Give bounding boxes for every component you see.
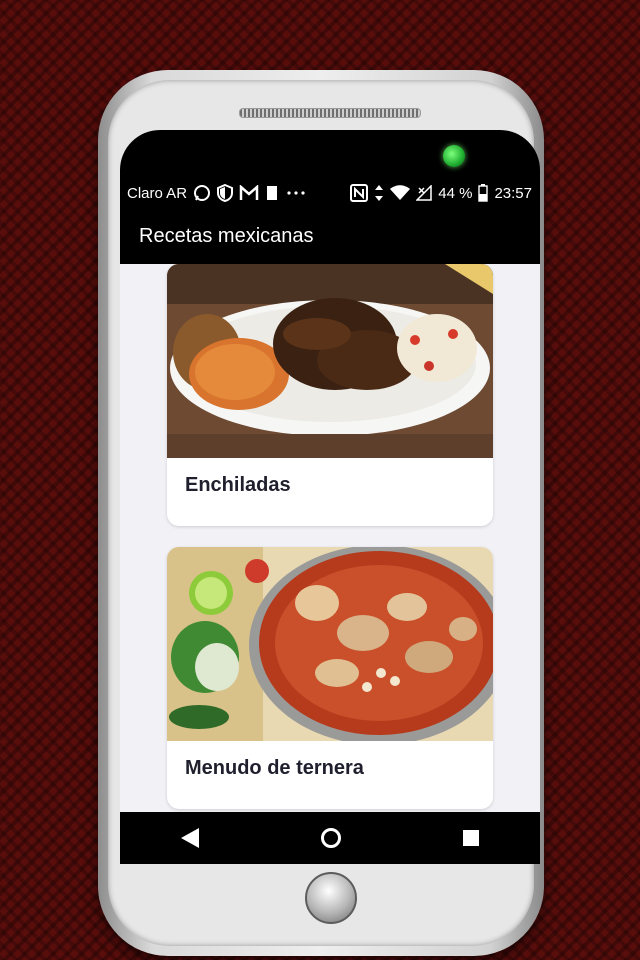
back-icon[interactable]	[181, 828, 199, 848]
more-dots-icon	[285, 190, 307, 196]
status-bar: Claro AR 44 % 23:57	[120, 178, 540, 208]
app-bar: Recetas mexicanas	[120, 208, 540, 264]
recipe-card-enchiladas[interactable]: Enchiladas	[167, 264, 493, 526]
page-title: Recetas mexicanas	[139, 224, 314, 247]
home-icon[interactable]	[321, 828, 341, 848]
phone-body: Claro AR 44 % 23:57 Recetas mexicanas En…	[108, 80, 540, 946]
data-arrows-icon	[374, 184, 384, 202]
battery-icon	[478, 184, 489, 202]
phone-screen: Claro AR 44 % 23:57 Recetas mexicanas En…	[120, 178, 540, 864]
speaker-grille	[239, 108, 421, 118]
carrier-label: Claro AR	[127, 184, 188, 202]
no-signal-icon	[416, 185, 432, 201]
phone-frame: Claro AR 44 % 23:57 Recetas mexicanas En…	[98, 70, 544, 956]
recipe-title: Enchiladas	[185, 474, 291, 496]
wifi-icon	[390, 185, 411, 201]
camera-led	[443, 145, 465, 167]
enchiladas-photo	[167, 264, 493, 458]
whatsapp-icon	[193, 184, 211, 202]
menudo-photo	[167, 547, 493, 741]
recipe-title: Menudo de ternera	[185, 757, 364, 779]
nfc-icon	[350, 184, 369, 202]
clock: 23:57	[494, 184, 532, 202]
nav-bar	[120, 812, 540, 864]
hardware-home-button[interactable]	[305, 872, 357, 924]
shield-icon	[217, 184, 234, 202]
recipe-list[interactable]: Enchiladas Menudo de ternera	[120, 264, 540, 812]
battery-percent: 44 %	[438, 184, 473, 202]
notification-icon	[265, 185, 279, 201]
gmail-icon	[239, 185, 259, 201]
recipe-card-menudo[interactable]: Menudo de ternera	[167, 547, 493, 809]
recents-icon[interactable]	[463, 830, 479, 846]
